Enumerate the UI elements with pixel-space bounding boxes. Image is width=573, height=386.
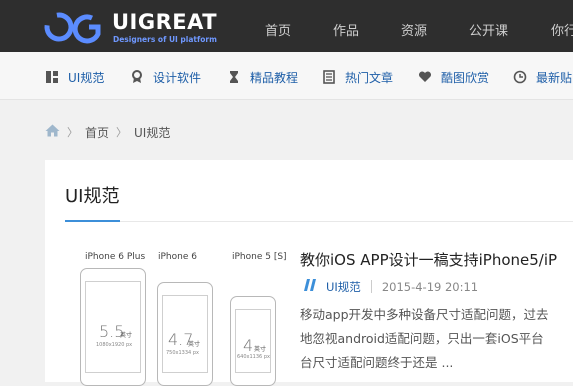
subnav-label: 最新贴: [536, 70, 573, 85]
logo-name: UIGREAT: [112, 10, 218, 34]
article-meta: UI规范 2015-4-19 20:11: [303, 278, 478, 295]
excerpt-line: 台尺寸适配问题终于还是 ...: [300, 355, 454, 370]
phone-label: iPhone 6 Plus: [85, 252, 146, 262]
phone-size: 4: [243, 336, 254, 355]
nav-open-class[interactable]: 公开课: [469, 20, 508, 39]
phone-resolution: 1080x1920 px: [96, 342, 133, 348]
breadcrumb-current: UI规范: [134, 125, 171, 140]
phone-label: iPhone 5 [S]: [232, 252, 287, 262]
subnav-latest[interactable]: 最新贴: [513, 68, 572, 86]
logo-tagline: Designers of UI platform: [113, 35, 217, 44]
phone-resolution: 640x1136 px: [237, 354, 270, 360]
phone-unit: 英寸: [120, 332, 133, 339]
subnav-label: 设计软件: [153, 70, 202, 85]
phone-unit: 英寸: [254, 346, 267, 353]
logo-mark-icon: [44, 12, 101, 44]
home-icon[interactable]: [45, 124, 60, 140]
section-title: UI规范: [65, 186, 120, 207]
grid-icon: [45, 70, 59, 84]
subnav-design-software[interactable]: 设计软件: [130, 68, 201, 86]
divider: [370, 280, 372, 293]
document-icon: [322, 70, 336, 84]
clock-icon: [513, 70, 527, 84]
heart-icon: [418, 70, 432, 84]
nav-resources[interactable]: 资源: [401, 20, 427, 39]
title-underline: [65, 220, 120, 222]
chevron-right-icon: 〉: [116, 126, 128, 139]
nav-more[interactable]: 你行: [551, 20, 573, 39]
subnav-gallery[interactable]: 酷图欣赏: [418, 68, 489, 86]
category-slash-icon: [303, 278, 319, 295]
nav-works[interactable]: 作品: [333, 20, 359, 39]
subnav-label: UI规范: [68, 70, 105, 85]
breadcrumb: 〉 首页 〉 UI规范: [45, 123, 170, 141]
excerpt-line: 地忽视android适配问题，只出一套iOS平台: [300, 331, 544, 346]
subnav-tutorials[interactable]: 精品教程: [227, 68, 298, 86]
phone-label: iPhone 6: [158, 252, 197, 262]
breadcrumb-home[interactable]: 首页: [85, 124, 109, 141]
subnav-hot-articles[interactable]: 热门文章: [322, 68, 393, 86]
nav-home[interactable]: 首页: [265, 20, 291, 39]
article-title[interactable]: 教你iOS APP设计一稿支持iPhone5/iP: [300, 249, 557, 270]
article-category[interactable]: UI规范: [326, 279, 361, 295]
article-excerpt: 移动app开发中多种设备尺寸适配问题，过去 地忽视android适配问题，只出一…: [300, 303, 573, 375]
subnav-ui-spec[interactable]: UI规范: [45, 68, 104, 86]
article-thumbnail[interactable]: iPhone 6 Plus 5.5 英寸 1080x1920 px iPhone…: [80, 242, 287, 386]
phone-resolution: 750x1334 px: [166, 350, 199, 356]
top-header: UIGREAT Designers of UI platform 首页 作品 资…: [0, 0, 573, 52]
category-bar: UI规范 设计软件 精品教程 热门文章 酷图欣赏 最新贴: [0, 52, 573, 100]
hourglass-icon: [227, 70, 241, 84]
divider: [65, 221, 573, 222]
chevron-right-icon: 〉: [67, 126, 78, 139]
excerpt-line: 移动app开发中多种设备尺寸适配问题，过去: [300, 307, 549, 322]
ribbon-icon: [130, 70, 144, 84]
article-date: 2015-4-19 20:11: [381, 279, 479, 294]
subnav-label: 酷图欣赏: [441, 70, 490, 85]
phone-unit: 英寸: [188, 341, 201, 348]
content-panel: UI规范 iPhone 6 Plus 5.5 英寸 1080x1920 px i…: [45, 160, 573, 386]
subnav-label: 热门文章: [345, 70, 394, 85]
subnav-label: 精品教程: [250, 70, 299, 85]
